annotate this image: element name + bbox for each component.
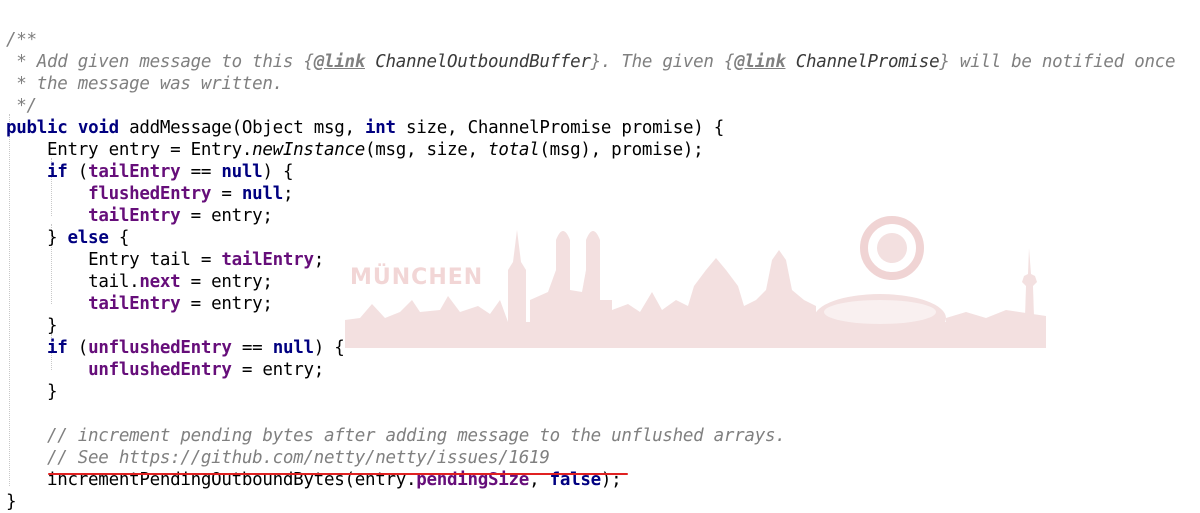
code-token: * Add given message to this {	[6, 52, 314, 72]
code-line: Entry tail = tailEntry;	[6, 249, 324, 271]
code-line: public void addMessage(Object msg, int s…	[6, 117, 724, 139]
code-token: size, ChannelPromise promise) {	[395, 118, 724, 138]
code-token: if	[47, 162, 68, 182]
code-token: null	[241, 184, 283, 204]
code-token: next	[139, 272, 181, 292]
code-line: flushedEntry = null;	[6, 183, 293, 205]
code-line: /**	[6, 29, 37, 51]
code-token: * the message was written.	[6, 74, 283, 94]
code-token: else	[67, 228, 109, 248]
code-token: unflushedEntry	[88, 360, 232, 380]
code-token: ==	[180, 162, 222, 182]
code-line: * the message was written.	[6, 73, 283, 95]
code-line: */	[6, 95, 37, 117]
code-line: // See https://github.com/netty/netty/is…	[6, 447, 550, 469]
code-line: }	[6, 315, 58, 337]
code-token: newInstance	[252, 140, 365, 160]
code-token: // increment pending bytes after adding …	[47, 426, 786, 446]
code-token: {	[108, 228, 130, 248]
code-token: tailEntry	[88, 162, 181, 182]
code-line: if (unflushedEntry == null) {	[6, 337, 345, 359]
code-token: tailEntry	[221, 250, 314, 270]
code-token: tail.	[88, 272, 140, 292]
code-editor[interactable]: /** * Add given message to this {@link C…	[0, 0, 1200, 512]
code-token: }	[47, 316, 58, 336]
code-line: // increment pending bytes after adding …	[6, 425, 786, 447]
code-token: (	[67, 162, 89, 182]
code-token: null	[272, 338, 314, 358]
code-token: flushedEntry	[88, 184, 212, 204]
code-token: if	[47, 338, 68, 358]
code-line: * Add given message to this {@link Chann…	[6, 51, 1175, 73]
code-token: = entry;	[180, 272, 273, 292]
code-token: int	[365, 118, 396, 138]
code-token: tailEntry	[88, 206, 181, 226]
code-token: } will be notified once	[939, 52, 1176, 72]
code-token: = entry;	[180, 294, 273, 314]
code-token: ChannelPromise	[785, 52, 940, 72]
code-line: if (tailEntry == null) {	[6, 161, 293, 183]
code-token: ) {	[313, 338, 345, 358]
code-token: @link	[313, 52, 366, 72]
code-token: (msg, size,	[364, 140, 489, 160]
code-line: Entry entry = Entry.newInstance(msg, siz…	[6, 139, 704, 161]
code-line: tail.next = entry;	[6, 271, 273, 293]
code-token: }. The given {	[590, 52, 735, 72]
code-token: /**	[6, 30, 37, 50]
code-token: void	[77, 118, 119, 138]
code-token: ==	[231, 338, 273, 358]
code-token: ;	[313, 250, 325, 270]
code-token: // See https://github.com/netty/netty/is…	[47, 448, 550, 468]
code-token: addMessage(Object msg,	[118, 118, 365, 138]
code-token: }	[6, 492, 17, 512]
code-token: ;	[282, 184, 294, 204]
code-token: =	[211, 184, 242, 204]
code-token: }	[47, 228, 68, 248]
red-underline-highlight	[48, 473, 628, 475]
code-token: ChannelOutboundBuffer	[364, 52, 591, 72]
code-token: = entry;	[180, 206, 273, 226]
code-token: */	[6, 96, 37, 116]
code-line: }	[6, 491, 17, 513]
code-token: null	[221, 162, 263, 182]
code-token: Entry entry = Entry.	[47, 140, 253, 160]
code-line: }	[6, 381, 58, 403]
code-token: tailEntry	[88, 294, 181, 314]
code-token: unflushedEntry	[88, 338, 232, 358]
code-token: ) {	[262, 162, 294, 182]
code-token: (	[67, 338, 89, 358]
code-token: (msg), promise);	[539, 140, 704, 160]
code-token: Entry tail =	[88, 250, 222, 270]
code-line: } else {	[6, 227, 129, 249]
code-line: tailEntry = entry;	[6, 205, 273, 227]
code-token: }	[47, 382, 58, 402]
code-token: = entry;	[231, 360, 324, 380]
code-token: total	[488, 140, 540, 160]
code-token: public	[6, 118, 68, 138]
code-line: tailEntry = entry;	[6, 293, 273, 315]
code-line: unflushedEntry = entry;	[6, 359, 324, 381]
code-token: @link	[734, 52, 786, 72]
